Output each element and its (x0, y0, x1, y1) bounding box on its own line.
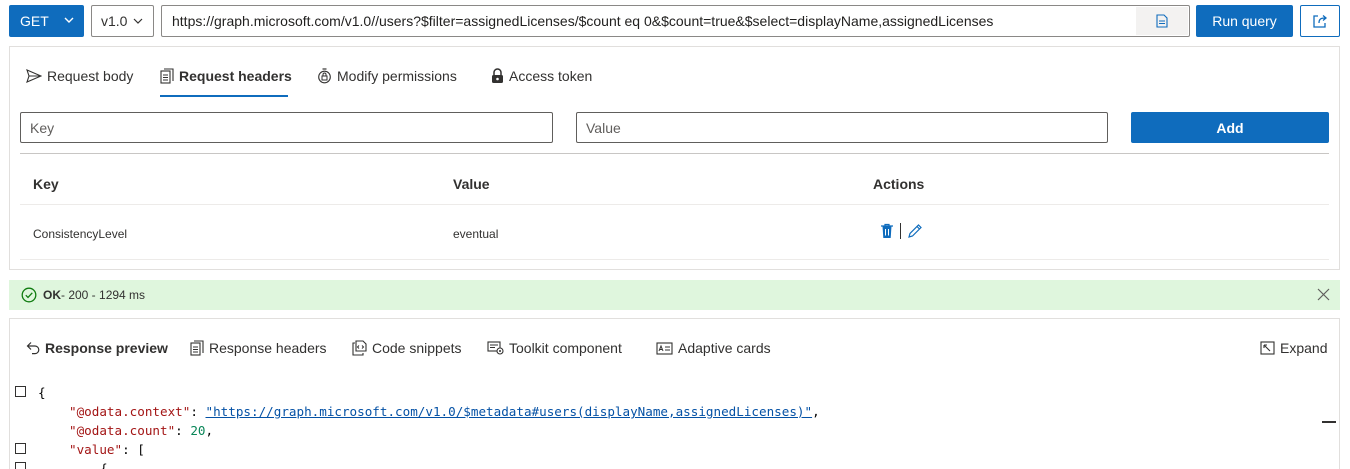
url-input[interactable]: https://graph.microsoft.com/v1.0//users?… (161, 5, 1190, 37)
code-line: { (10, 459, 1339, 469)
scroll-marker (1322, 421, 1336, 423)
response-panel: Response preview Response headers Code s… (9, 318, 1340, 469)
header-key-input[interactable]: Key (20, 112, 553, 143)
json-brace: { (100, 461, 108, 469)
expand-icon (1260, 341, 1275, 355)
add-header-button[interactable]: Add (1131, 112, 1329, 143)
json-brace: { (38, 385, 46, 400)
action-divider (900, 223, 901, 239)
key-placeholder: Key (30, 119, 55, 136)
divider (20, 204, 1329, 205)
add-label: Add (1216, 119, 1244, 136)
tab-modify-permissions[interactable]: Modify permissions (317, 66, 457, 86)
share-icon (1313, 15, 1328, 28)
tab-label: Request body (47, 68, 134, 84)
undo-arrow-icon (26, 342, 40, 355)
column-header-actions: Actions (873, 176, 925, 192)
tab-access-token[interactable]: Access token (491, 66, 592, 86)
http-method-dropdown[interactable]: GET (9, 5, 84, 37)
share-button[interactable] (1300, 5, 1340, 37)
tab-response-preview[interactable]: Response preview (26, 338, 168, 358)
json-viewer[interactable]: { "@odata.context": "https://graph.micro… (10, 383, 1339, 469)
column-header-key: Key (33, 176, 59, 192)
version-label: v1.0 (101, 13, 128, 29)
column-header-value: Value (453, 176, 490, 192)
toolkit-icon (487, 341, 504, 355)
document-icon-button[interactable] (1136, 7, 1188, 35)
edit-pencil-icon[interactable] (907, 223, 923, 239)
tab-request-headers[interactable]: Request headers (160, 66, 292, 86)
header-value-input[interactable]: Value (576, 112, 1108, 143)
fold-toggle[interactable] (15, 462, 26, 469)
run-query-label: Run query (1212, 13, 1277, 29)
status-ok: OK (43, 288, 61, 302)
expand-button[interactable]: Expand (1260, 338, 1327, 358)
fold-toggle[interactable] (15, 443, 26, 454)
tab-response-headers[interactable]: Response headers (190, 338, 327, 358)
close-icon[interactable] (1317, 288, 1330, 301)
header-row-key: ConsistencyLevel (33, 227, 128, 241)
active-tab-indicator (160, 95, 288, 97)
code-line: "value": [ (10, 440, 1339, 459)
shield-lock-icon (318, 68, 331, 84)
json-key: "@odata.context" (69, 404, 191, 419)
tab-label: Request headers (179, 68, 292, 84)
tab-code-snippets[interactable]: Code snippets (352, 338, 462, 358)
status-detail: - 200 - 1294 ms (61, 288, 146, 302)
run-query-button[interactable]: Run query (1196, 5, 1293, 37)
send-icon (26, 69, 42, 83)
tab-adaptive-cards[interactable]: Adaptive cards (656, 338, 771, 358)
status-message-bar: OK - 200 - 1294 ms (9, 280, 1340, 310)
row-actions (880, 223, 923, 239)
chevron-down-icon (133, 18, 143, 24)
url-text: https://graph.microsoft.com/v1.0//users?… (172, 13, 994, 29)
chevron-down-icon (64, 17, 74, 23)
expand-label: Expand (1280, 340, 1328, 356)
tab-request-body[interactable]: Request body (26, 66, 133, 86)
request-panel: Request body Request headers Modify perm… (9, 46, 1340, 270)
tab-label: Toolkit component (509, 340, 622, 356)
divider (20, 153, 1329, 154)
header-row-value: eventual (453, 227, 499, 241)
code-line: "@odata.count": 20, (69, 423, 214, 438)
tab-label: Modify permissions (337, 68, 457, 84)
delete-icon[interactable] (880, 223, 894, 239)
divider (20, 259, 1329, 260)
tab-label: Response preview (45, 340, 168, 356)
json-link-value[interactable]: "https://graph.microsoft.com/v1.0/$metad… (206, 404, 813, 419)
json-key: "value" (69, 442, 123, 457)
value-placeholder: Value (586, 119, 621, 136)
json-key: "@odata.count" (69, 423, 176, 438)
code-line: "@odata.context": "https://graph.microso… (69, 404, 820, 419)
version-dropdown[interactable]: v1.0 (91, 5, 154, 37)
http-method-label: GET (20, 13, 49, 29)
tab-label: Code snippets (372, 340, 462, 356)
json-number-value: 20 (190, 423, 206, 438)
code-line: { (10, 383, 1339, 402)
fold-toggle[interactable] (15, 386, 26, 397)
tab-label: Response headers (209, 340, 327, 356)
document-header-icon (190, 340, 204, 356)
lock-icon (492, 68, 503, 83)
document-header-icon (160, 68, 174, 84)
json-bracket: [ (137, 442, 145, 457)
card-icon (656, 341, 673, 355)
success-check-icon (21, 287, 37, 303)
tab-label: Access token (509, 68, 593, 84)
code-snippet-icon (352, 340, 367, 356)
tab-toolkit-component[interactable]: Toolkit component (487, 338, 622, 358)
tab-label: Adaptive cards (678, 340, 771, 356)
document-icon (1156, 14, 1168, 28)
